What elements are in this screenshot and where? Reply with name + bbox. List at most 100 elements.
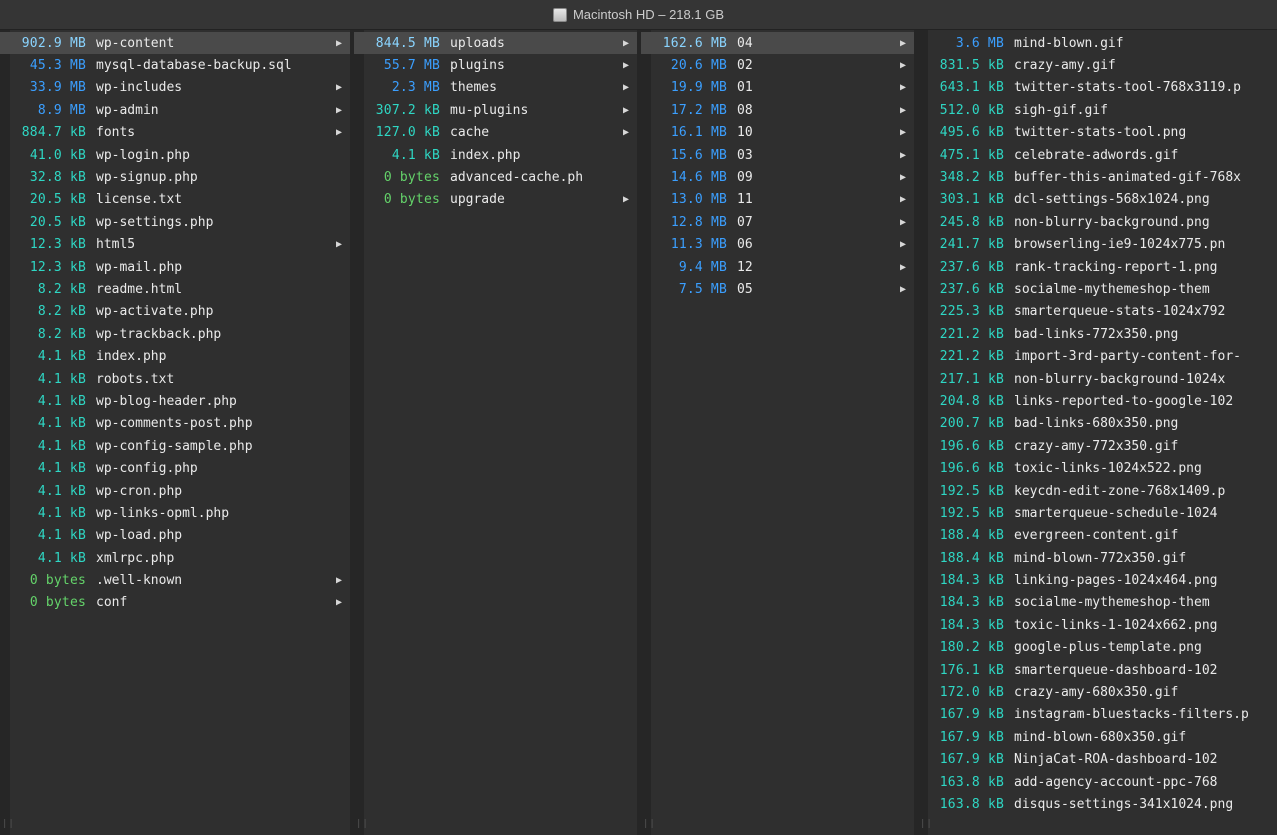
file-column[interactable]: 902.9 MBwp-content▶45.3 MBmysql-database… — [0, 30, 354, 835]
list-item[interactable]: 307.2 kBmu-plugins▶ — [354, 99, 637, 121]
list-item[interactable]: 163.8 kBadd-agency-account-ppc-768 — [918, 771, 1277, 793]
file-name: .well-known — [96, 573, 350, 588]
list-item[interactable]: 0 bytes.well-known▶ — [0, 569, 350, 591]
list-item[interactable]: 184.3 kBtoxic-links-1-1024x662.png — [918, 614, 1277, 636]
chevron-right-icon: ▶ — [623, 60, 629, 71]
list-item[interactable]: 12.8 MB07▶ — [641, 211, 914, 233]
list-item[interactable]: 20.5 kBlicense.txt — [0, 189, 350, 211]
list-item[interactable]: 4.1 kBwp-links-opml.php — [0, 502, 350, 524]
list-item[interactable]: 237.6 kBsocialme-mythemeshop-them — [918, 278, 1277, 300]
column-resize-handle[interactable]: || — [356, 819, 369, 829]
list-item[interactable]: 11.3 MB06▶ — [641, 234, 914, 256]
list-item[interactable]: 188.4 kBmind-blown-772x350.gif — [918, 547, 1277, 569]
list-item[interactable]: 4.1 kBwp-load.php — [0, 525, 350, 547]
file-name: wp-mail.php — [96, 260, 350, 275]
file-size: 32.8 kB — [14, 170, 96, 185]
list-item[interactable]: 4.1 kBxmlrpc.php — [0, 547, 350, 569]
list-item[interactable]: 33.9 MBwp-includes▶ — [0, 77, 350, 99]
list-item[interactable]: 15.6 MB03▶ — [641, 144, 914, 166]
list-item[interactable]: 0 bytesconf▶ — [0, 592, 350, 614]
list-item[interactable]: 8.2 kBwp-trackback.php — [0, 323, 350, 345]
list-item[interactable]: 4.1 kBindex.php — [354, 144, 637, 166]
list-item[interactable]: 192.5 kBsmarterqueue-schedule-1024 — [918, 502, 1277, 524]
list-item[interactable]: 495.6 kBtwitter-stats-tool.png — [918, 122, 1277, 144]
file-name: wp-links-opml.php — [96, 506, 350, 521]
file-size: 241.7 kB — [932, 237, 1014, 252]
list-item[interactable]: 162.6 MB04▶ — [641, 32, 914, 54]
list-item[interactable]: 237.6 kBrank-tracking-report-1.png — [918, 256, 1277, 278]
list-item[interactable]: 8.2 kBwp-activate.php — [0, 301, 350, 323]
list-item[interactable]: 204.8 kBlinks-reported-to-google-102 — [918, 390, 1277, 412]
list-item[interactable]: 14.6 MB09▶ — [641, 166, 914, 188]
list-item[interactable]: 3.6 MBmind-blown.gif — [918, 32, 1277, 54]
list-item[interactable]: 167.9 kBNinjaCat-ROA-dashboard-102 — [918, 749, 1277, 771]
column-resize-handle[interactable]: || — [2, 819, 15, 829]
chevron-right-icon: ▶ — [900, 217, 906, 228]
list-item[interactable]: 512.0 kBsigh-gif.gif — [918, 99, 1277, 121]
list-item[interactable]: 2.3 MBthemes▶ — [354, 77, 637, 99]
list-item[interactable]: 55.7 MBplugins▶ — [354, 54, 637, 76]
list-item[interactable]: 12.3 kBwp-mail.php — [0, 256, 350, 278]
column-resize-handle[interactable]: || — [920, 819, 933, 829]
list-item[interactable]: 12.3 kBhtml5▶ — [0, 234, 350, 256]
list-item[interactable]: 245.8 kBnon-blurry-background.png — [918, 211, 1277, 233]
list-item[interactable]: 217.1 kBnon-blurry-background-1024x — [918, 368, 1277, 390]
list-item[interactable]: 20.6 MB02▶ — [641, 54, 914, 76]
file-size: 20.6 MB — [655, 58, 737, 73]
list-item[interactable]: 17.2 MB08▶ — [641, 99, 914, 121]
list-item[interactable]: 4.1 kBwp-config.php — [0, 457, 350, 479]
column-resize-handle[interactable]: || — [643, 819, 656, 829]
list-item[interactable]: 184.3 kBsocialme-mythemeshop-them — [918, 592, 1277, 614]
list-item[interactable]: 8.9 MBwp-admin▶ — [0, 99, 350, 121]
list-item[interactable]: 303.1 kBdcl-settings-568x1024.png — [918, 189, 1277, 211]
file-size: 8.2 kB — [14, 327, 96, 342]
list-item[interactable]: 221.2 kBbad-links-772x350.png — [918, 323, 1277, 345]
list-item[interactable]: 7.5 MB05▶ — [641, 278, 914, 300]
list-item[interactable]: 4.1 kBwp-cron.php — [0, 480, 350, 502]
list-item[interactable]: 884.7 kBfonts▶ — [0, 122, 350, 144]
list-item[interactable]: 4.1 kBwp-comments-post.php — [0, 413, 350, 435]
list-item[interactable]: 172.0 kBcrazy-amy-680x350.gif — [918, 681, 1277, 703]
list-item[interactable]: 180.2 kBgoogle-plus-template.png — [918, 637, 1277, 659]
list-item[interactable]: 4.1 kBwp-blog-header.php — [0, 390, 350, 412]
list-item[interactable]: 200.7 kBbad-links-680x350.png — [918, 413, 1277, 435]
list-item[interactable]: 127.0 kBcache▶ — [354, 122, 637, 144]
list-item[interactable]: 241.7 kBbrowserling-ie9-1024x775.pn — [918, 234, 1277, 256]
file-column[interactable]: 844.5 MBuploads▶55.7 MBplugins▶2.3 MBthe… — [354, 30, 641, 835]
file-size: 12.8 MB — [655, 215, 737, 230]
list-item[interactable]: 4.1 kBrobots.txt — [0, 368, 350, 390]
list-item[interactable]: 196.6 kBcrazy-amy-772x350.gif — [918, 435, 1277, 457]
list-item[interactable]: 9.4 MB12▶ — [641, 256, 914, 278]
list-item[interactable]: 348.2 kBbuffer-this-animated-gif-768x — [918, 166, 1277, 188]
list-item[interactable]: 32.8 kBwp-signup.php — [0, 166, 350, 188]
list-item[interactable]: 0 bytesadvanced-cache.ph — [354, 166, 637, 188]
list-item[interactable]: 221.2 kBimport-3rd-party-content-for- — [918, 345, 1277, 367]
list-item[interactable]: 831.5 kBcrazy-amy.gif — [918, 54, 1277, 76]
file-column[interactable]: 3.6 MBmind-blown.gif831.5 kBcrazy-amy.gi… — [918, 30, 1277, 835]
list-item[interactable]: 184.3 kBlinking-pages-1024x464.png — [918, 569, 1277, 591]
list-item[interactable]: 41.0 kBwp-login.php — [0, 144, 350, 166]
list-item[interactable]: 188.4 kBevergreen-content.gif — [918, 525, 1277, 547]
list-item[interactable]: 16.1 MB10▶ — [641, 122, 914, 144]
list-item[interactable]: 902.9 MBwp-content▶ — [0, 32, 350, 54]
list-item[interactable]: 4.1 kBwp-config-sample.php — [0, 435, 350, 457]
list-item[interactable]: 844.5 MBuploads▶ — [354, 32, 637, 54]
list-item[interactable]: 225.3 kBsmarterqueue-stats-1024x792 — [918, 301, 1277, 323]
list-item[interactable]: 13.0 MB11▶ — [641, 189, 914, 211]
list-item[interactable]: 19.9 MB01▶ — [641, 77, 914, 99]
list-item[interactable]: 163.8 kBdisqus-settings-341x1024.png — [918, 793, 1277, 815]
list-item[interactable]: 167.9 kBinstagram-bluestacks-filters.p — [918, 704, 1277, 726]
list-item[interactable]: 167.9 kBmind-blown-680x350.gif — [918, 726, 1277, 748]
list-item[interactable]: 643.1 kBtwitter-stats-tool-768x3119.p — [918, 77, 1277, 99]
list-item[interactable]: 176.1 kBsmarterqueue-dashboard-102 — [918, 659, 1277, 681]
file-column[interactable]: 162.6 MB04▶20.6 MB02▶19.9 MB01▶17.2 MB08… — [641, 30, 918, 835]
window-titlebar[interactable]: Macintosh HD – 218.1 GB — [0, 0, 1277, 30]
list-item[interactable]: 20.5 kBwp-settings.php — [0, 211, 350, 233]
list-item[interactable]: 192.5 kBkeycdn-edit-zone-768x1409.p — [918, 480, 1277, 502]
list-item[interactable]: 196.6 kBtoxic-links-1024x522.png — [918, 457, 1277, 479]
list-item[interactable]: 8.2 kBreadme.html — [0, 278, 350, 300]
list-item[interactable]: 45.3 MBmysql-database-backup.sql — [0, 54, 350, 76]
list-item[interactable]: 475.1 kBcelebrate-adwords.gif — [918, 144, 1277, 166]
list-item[interactable]: 0 bytesupgrade▶ — [354, 189, 637, 211]
list-item[interactable]: 4.1 kBindex.php — [0, 345, 350, 367]
